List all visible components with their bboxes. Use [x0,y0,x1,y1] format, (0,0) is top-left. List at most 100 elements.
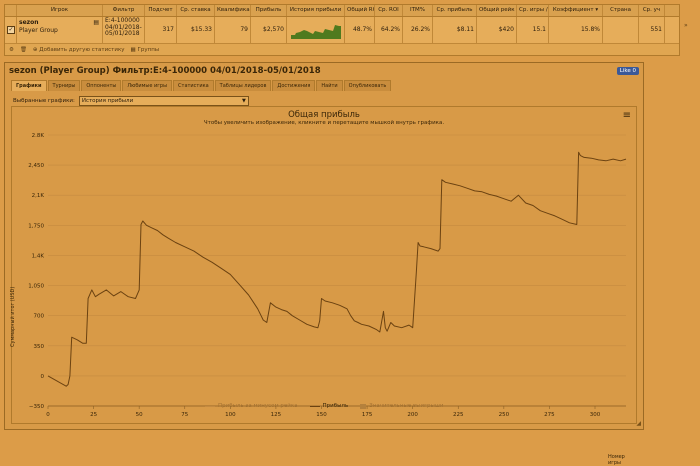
legend-label: Прибыль за минусом рейка [218,403,298,409]
y-tick-label: 1,4K [32,253,45,259]
avg-profit-cell: $8.11 [433,17,477,43]
x-tick-label: 25 [90,412,97,418]
groups-link[interactable]: ▦ Группы [131,47,160,53]
avg-part-cell: 551 [639,17,665,43]
player-group: Player Group [19,27,58,34]
y-tick-label: 2.8K [32,133,45,139]
table-row[interactable]: ✓ sezon Player Group ▤ E:4-100000 04/01/… [5,17,679,43]
x-tick-label: 275 [544,412,555,418]
settings-icon[interactable]: ⚙ [9,47,14,53]
tab-achievements[interactable]: Достижения [272,80,316,91]
y-tick-label: 1,750 [28,223,44,229]
col-header[interactable]: Страна [603,5,639,16]
col-header[interactable]: История прибыли [287,5,345,16]
x-tick-label: 250 [499,412,510,418]
tab-charts[interactable]: Графики [11,80,47,91]
profit-history-sparkline [287,17,345,43]
profit-cell: $2,570 [251,17,287,43]
y-tick-label: 700 [34,314,45,320]
chevron-down-icon: ▼ [241,98,246,104]
row-checkbox[interactable]: ✓ [7,26,15,34]
legend-label: Прибыль [322,403,349,409]
col-header[interactable]: Ср. ставка [177,5,215,16]
resize-handle-icon[interactable]: ◢ [636,420,641,427]
filter-cell: E:4-100000 04/01/2018- 05/01/2018 [103,17,145,43]
x-axis-title: Номер игры [608,454,625,466]
chart-selector-dropdown[interactable]: История прибыли ▼ [78,96,249,106]
legend-label: Значительные выигрыши [369,403,444,409]
table-header: Игрок Фильтр Подсчет Ср. ставка Квалифик… [5,5,679,17]
tab-find[interactable]: Найти [316,80,343,91]
groups-label: Группы [137,46,160,53]
tab-opponents[interactable]: Оппоненты [81,80,122,91]
chart-selector-label: Выбранные графики: [13,98,75,104]
facebook-like-button[interactable]: Like 0 [616,66,639,75]
y-tick-label: 1,050 [28,284,44,290]
y-tick-label: 350 [34,344,45,350]
profit-series-line[interactable] [47,151,627,387]
delete-icon[interactable]: 🗑 [20,47,27,53]
x-tick-label: 200 [407,412,418,418]
col-header[interactable]: Общий рейк [477,5,517,16]
legend-item[interactable]: Прибыль [309,403,349,409]
x-tick-label: 0 [46,412,50,418]
col-header[interactable]: Ср. игры /... [517,5,549,16]
tab-statistics[interactable]: Статистика [173,80,214,91]
col-header[interactable]: Общий ROI [345,5,375,16]
player-name: sezon [19,19,39,26]
qualified-cell: 79 [215,17,251,43]
add-stats-link[interactable]: ⊕ Добавить другую статистику [33,47,125,53]
x-tick-label: 150 [316,412,327,418]
country-cell [603,17,639,43]
player-panel: sezon (Player Group) Фильтр:E:4-100000 0… [4,62,644,466]
y-tick-label: 2,450 [28,163,44,169]
tab-leaderboards[interactable]: Таблицы лидеров [214,80,272,91]
col-header[interactable]: Фильтр [103,5,145,16]
avg-roi-cell: 64.2% [375,17,403,43]
y-tick-label: 2,1K [32,193,45,199]
col-header[interactable]: ITM% [403,5,433,16]
row-checkbox-cell[interactable]: ✓ [5,17,17,43]
tab-tournaments[interactable]: Турниры [47,80,81,91]
chart-selector-value: История прибыли [81,98,134,104]
avg-stake-cell: $15.33 [177,17,215,43]
col-header[interactable]: Прибыль [251,5,287,16]
x-tick-label: 175 [362,412,373,418]
y-tick-label: −350 [29,404,45,410]
col-header[interactable]: Игрок [17,5,103,16]
profit-line-chart[interactable]: −35003507001,0501,4K1,7502,1K2,4502.8K 0… [12,107,636,423]
notes-icon[interactable]: ▤ [93,19,99,27]
col-header[interactable]: Ср. уч [639,5,665,16]
x-tick-label: 75 [181,412,188,418]
tab-publish[interactable]: Опубликовать [343,80,392,91]
total-roi-cell: 48.7% [345,17,375,43]
legend-item[interactable]: Значительные выигрыши [360,403,443,409]
total-rake-cell: $420 [477,17,517,43]
x-tick-label: 50 [136,412,143,418]
avg-games-cell: 15.1 [517,17,549,43]
x-tick-label: 300 [590,412,601,418]
col-header[interactable]: Ср. ROI [375,5,403,16]
col-header[interactable]: Подсчет [145,5,177,16]
header-checkbox-col [5,5,17,16]
y-axis-title: Суммарный итог (USD) [10,286,16,347]
chart-container[interactable]: Общая прибыль Чтобы увеличить изображени… [10,106,637,466]
legend-item[interactable]: Прибыль за минусом рейка [205,403,298,409]
add-stats-label: Добавить другую статистику [39,46,125,53]
coefficient-cell: 15.8% [549,17,603,43]
scroll-right-icon[interactable]: » [684,22,688,29]
itm-cell: 26.2% [403,17,433,43]
col-header[interactable]: Коэффициент ▾ [549,5,603,16]
col-header[interactable]: Ср. прибыль [433,5,477,16]
x-tick-label: 125 [271,412,282,418]
col-header[interactable]: Квалификац [215,5,251,16]
player-cell[interactable]: sezon Player Group ▤ [17,17,103,43]
panel-header: sezon (Player Group) Фильтр:E:4-100000 0… [5,63,643,78]
x-tick-label: 225 [453,412,464,418]
y-tick-label: 0 [41,374,45,380]
results-table: Игрок Фильтр Подсчет Ср. ставка Квалифик… [4,4,680,56]
tab-favorite-games[interactable]: Любимые игры [122,80,173,91]
filter-line: 05/01/2018 [105,30,140,37]
chart-legend: Прибыль за минусом рейка Прибыль Значите… [205,403,443,409]
x-tick-label: 100 [225,412,236,418]
